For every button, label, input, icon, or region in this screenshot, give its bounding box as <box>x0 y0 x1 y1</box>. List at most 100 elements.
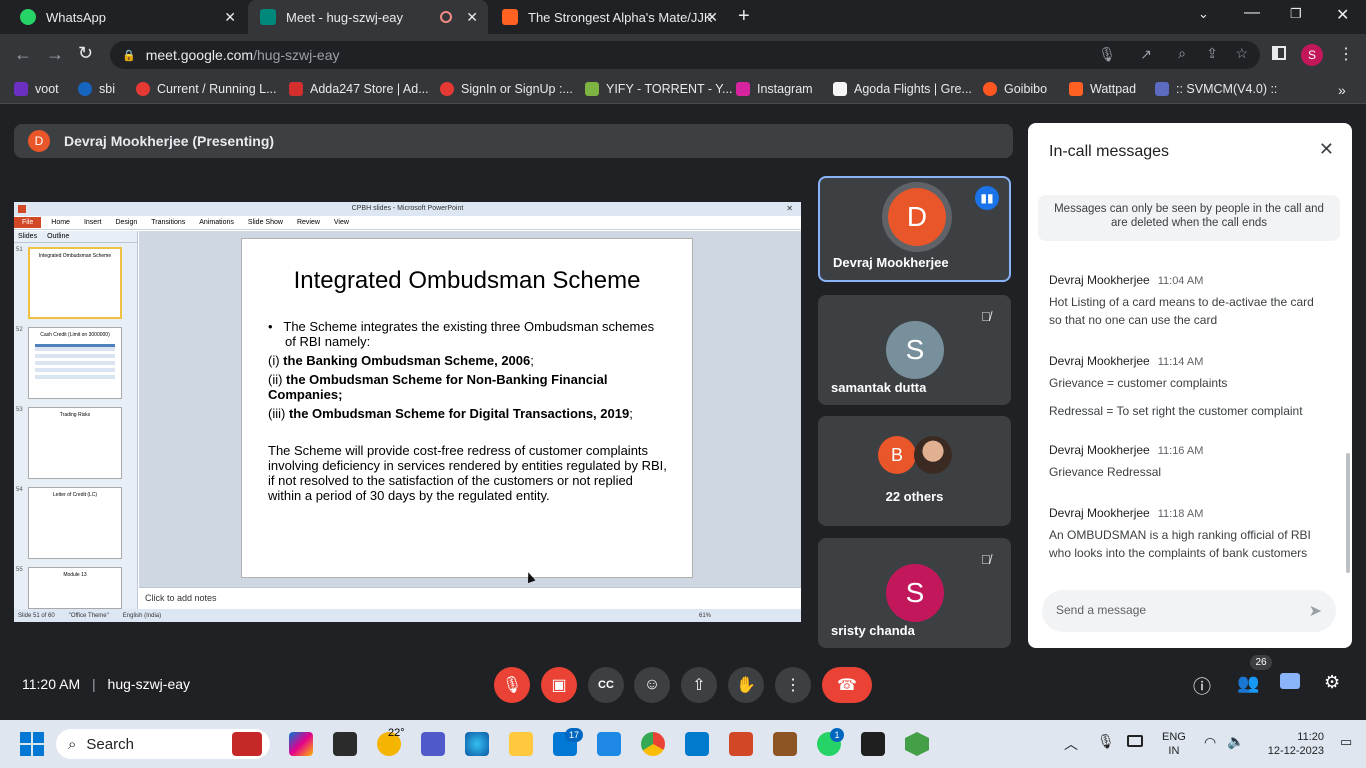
bookmarks-overflow-icon[interactable]: » <box>1338 82 1346 98</box>
bookmark-yify[interactable]: YIFY - TORRENT - Y... <box>585 82 732 96</box>
tab-search-icon[interactable]: ⌄ <box>1198 6 1209 22</box>
new-tab-button[interactable]: + <box>738 5 750 28</box>
ribbon-animations: Animations <box>199 219 234 226</box>
remote-desktop-icon[interactable] <box>597 732 621 756</box>
chat-scrollbar[interactable] <box>1346 453 1350 573</box>
bookmark-star-icon[interactable]: ☆ <box>1235 45 1248 62</box>
meeting-details-icon[interactable]: ⓘ <box>1193 673 1211 699</box>
powerpoint-icon[interactable] <box>729 732 753 756</box>
message-sender: Devraj Mookherjee <box>1049 506 1150 520</box>
mic-tray-icon[interactable]: 🎙 <box>1097 733 1115 750</box>
task-view-icon[interactable] <box>333 732 357 756</box>
captions-button[interactable]: CC <box>588 667 624 703</box>
bookmark-signin[interactable]: SignIn or SignUp :... <box>440 82 573 96</box>
office-icon[interactable] <box>289 732 313 756</box>
message-text: Grievance Redressal <box>1049 465 1162 479</box>
meeting-code: hug-szwj-eay <box>107 676 191 692</box>
show-hidden-icons[interactable]: ︿ <box>1064 734 1078 754</box>
chat-icon[interactable] <box>1280 673 1300 689</box>
raise-hand-button[interactable]: ✋ <box>728 667 764 703</box>
chat-title: In-call messages <box>1049 143 1170 160</box>
ribbon-view: View <box>333 219 349 226</box>
send-icon[interactable]: ➤ <box>1309 601 1322 621</box>
close-chat-icon[interactable]: ✕ <box>1319 139 1334 160</box>
menu-icon[interactable]: ⋮ <box>1338 44 1354 64</box>
activities-icon[interactable]: ⚙ <box>1324 672 1340 693</box>
restore-button[interactable]: ❐ <box>1290 6 1302 22</box>
address-bar[interactable]: 🔒 meet.google.com/hug-szwj-eay 🎙 ↗ ⌕ ⇪ ☆ <box>110 41 1260 69</box>
recording-icon <box>440 11 452 23</box>
forward-icon[interactable]: → <box>46 44 64 65</box>
participant-tile[interactable]: S 🎙̸ sristy chanda <box>818 538 1011 648</box>
people-icon[interactable]: 👥 <box>1237 673 1259 694</box>
zoom-icon[interactable]: ⌕ <box>1178 45 1186 62</box>
message-input[interactable]: Send a message ➤ <box>1042 590 1336 632</box>
leave-call-button[interactable]: ☎ <box>822 667 872 703</box>
close-window-button[interactable]: ✕ <box>1336 5 1349 25</box>
taskbar-search[interactable]: ⌕ Search <box>56 729 270 759</box>
terminal-icon[interactable] <box>861 732 885 756</box>
search-highlight-icon <box>232 732 262 756</box>
side-panel-icon[interactable] <box>1272 46 1286 60</box>
chrome-icon[interactable] <box>641 732 665 756</box>
file-explorer-icon[interactable] <box>509 732 533 756</box>
bookmark-goibibo[interactable]: Goibibo <box>983 82 1047 96</box>
volume-icon[interactable]: 🔈 <box>1227 733 1244 750</box>
scheme-item: (iii) the Ombudsman Scheme for Digital T… <box>268 406 633 421</box>
thumbnail-53: Trading Risks <box>28 407 122 479</box>
teams-icon[interactable] <box>421 732 445 756</box>
vscode-icon[interactable] <box>685 732 709 756</box>
more-options-button[interactable]: ⋮ <box>775 667 811 703</box>
participant-name: samantak dutta <box>831 380 927 395</box>
bookmark-wattpad[interactable]: Wattpad <box>1069 82 1136 96</box>
ribbon-transitions: Transitions <box>151 219 186 226</box>
taskbar-clock[interactable]: 11:20 12-12-2023 <box>1260 730 1324 758</box>
back-icon[interactable]: ← <box>14 44 32 65</box>
others-tile[interactable]: B 22 others <box>818 416 1011 526</box>
bookmark-svmcm[interactable]: :: SVMCM(V4.0) :: <box>1155 82 1277 96</box>
pane-tab-slides: Slides <box>18 233 38 240</box>
emoji-button[interactable]: ☺ <box>634 667 670 703</box>
tab-whatsapp[interactable]: WhatsApp ✕ <box>8 0 246 34</box>
presenter-bar: D Devraj Mookherjee (Presenting) <box>14 124 1013 158</box>
close-tab-icon[interactable]: ✕ <box>466 9 478 26</box>
bookmark-sbi[interactable]: sbi <box>78 82 115 96</box>
bookmark-instagram[interactable]: Instagram <box>736 82 813 96</box>
close-tab-icon[interactable]: ✕ <box>706 9 718 26</box>
reload-icon[interactable]: ↻ <box>78 43 93 64</box>
camera-toggle-button[interactable]: ▣ <box>541 667 577 703</box>
people-count-badge: 26 <box>1250 655 1272 670</box>
slide-bullet: • The Scheme integrates the existing thr… <box>268 319 655 349</box>
profile-avatar[interactable]: S <box>1301 44 1323 66</box>
notifications-icon[interactable]: ▭ <box>1340 734 1352 750</box>
tab-wattpad[interactable]: The Strongest Alpha's Mate/JJK ✕ <box>490 0 728 34</box>
tab-meet[interactable]: Meet - hug-szwj-eay ✕ <box>248 0 488 34</box>
close-tab-icon[interactable]: ✕ <box>224 9 236 26</box>
bookmark-current-running[interactable]: Current / Running L... <box>136 82 277 96</box>
thumb-num: 51 <box>16 247 23 253</box>
mic-icon[interactable]: 🎙 <box>1098 46 1116 63</box>
participant-tile[interactable]: S 🎙̸ samantak dutta <box>818 295 1011 405</box>
thumbnail-52: Cash Credit (Limit on 3000000) <box>28 327 122 399</box>
language-indicator[interactable]: ENG IN <box>1162 730 1186 758</box>
present-button[interactable]: ⇧ <box>681 667 717 703</box>
mic-toggle-button[interactable]: 🎙 <box>494 667 530 703</box>
participant-name: sristy chanda <box>831 623 915 638</box>
edge-icon[interactable] <box>465 732 489 756</box>
windows-start-icon[interactable] <box>20 732 44 756</box>
wifi-icon[interactable]: ◠ <box>1204 734 1216 751</box>
open-external-icon[interactable]: ↗ <box>1140 46 1152 63</box>
display-tray-icon[interactable] <box>1127 735 1143 747</box>
minimize-button[interactable]: — <box>1244 4 1260 22</box>
bookmark-voot[interactable]: voot <box>14 82 59 96</box>
app-icon[interactable] <box>773 732 797 756</box>
bookmark-agoda[interactable]: Agoda Flights | Gre... <box>833 82 972 96</box>
ppt-close-icon: ✕ <box>786 204 793 213</box>
share-icon[interactable]: ⇪ <box>1206 45 1218 62</box>
bookmark-adda247[interactable]: Adda247 Store | Ad... <box>289 82 429 96</box>
shared-screen: CPBH slides - Microsoft PowerPoint ✕ Fil… <box>14 202 801 622</box>
message-placeholder: Send a message <box>1056 603 1147 617</box>
ppt-ribbon: File Home Insert Design Transitions Anim… <box>14 216 801 230</box>
message-text: Redressal = To set right the customer co… <box>1049 404 1303 418</box>
participant-tile[interactable]: D ▮▮ Devraj Mookherjee <box>818 176 1011 282</box>
